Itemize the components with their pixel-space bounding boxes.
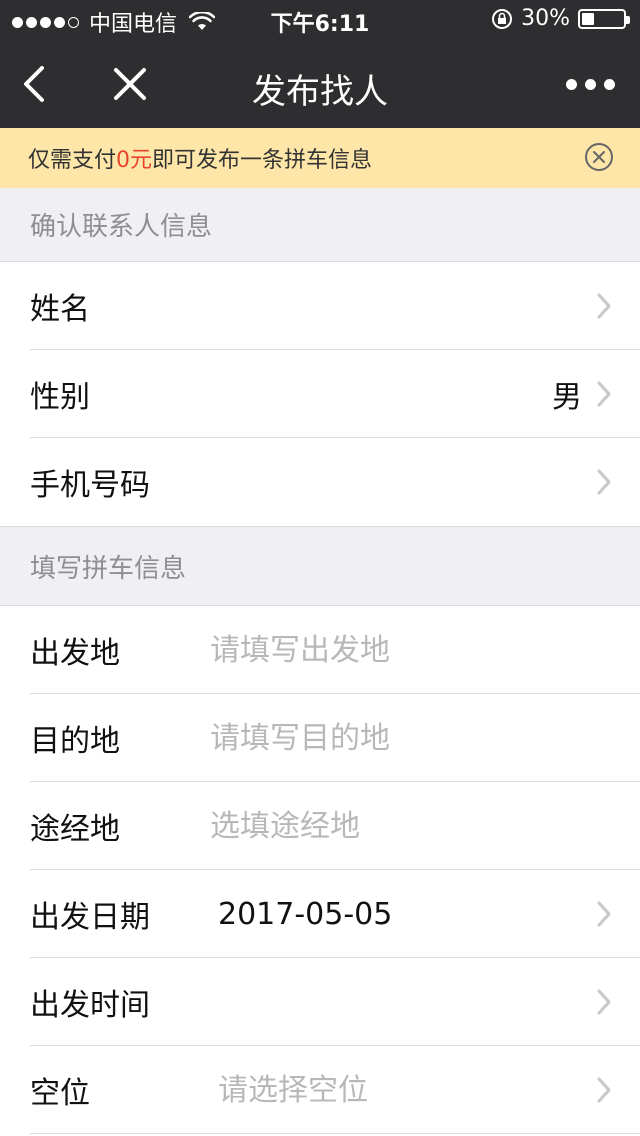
seats-select[interactable] (218, 1060, 578, 1120)
destination-input[interactable] (210, 708, 570, 768)
notice-amount: 0元 (116, 148, 153, 173)
close-circle-icon[interactable] (584, 142, 614, 172)
chevron-right-icon (597, 989, 611, 1015)
battery-fill (582, 12, 594, 25)
row-seats[interactable]: 空位 (0, 1046, 640, 1134)
departure-input[interactable] (210, 620, 570, 680)
notice-prefix: 仅需支付 (28, 148, 117, 173)
via-input[interactable] (210, 796, 570, 856)
gender-value: 男 (552, 380, 582, 415)
rotation-lock-icon (492, 8, 513, 29)
chevron-right-icon (597, 901, 611, 927)
row-departure: 出发地 (0, 606, 640, 694)
row-label: 出发时间 (30, 988, 150, 1023)
page-title: 发布找人 (252, 72, 388, 112)
row-label: 目的地 (30, 724, 120, 759)
row-label: 途经地 (30, 812, 120, 847)
row-label: 出发地 (30, 636, 120, 671)
row-via: 途经地 (0, 782, 640, 870)
battery-icon (578, 8, 630, 29)
row-label: 空位 (30, 1076, 90, 1111)
row-label: 手机号码 (30, 468, 150, 503)
chevron-right-icon (597, 293, 611, 319)
navigation-bar: 发布找人 (0, 40, 640, 128)
more-options-icon[interactable] (566, 70, 618, 98)
row-label: 姓名 (30, 292, 90, 327)
chevron-right-icon (597, 381, 611, 407)
row-departure-date[interactable]: 出发日期 2017-05-05 (0, 870, 640, 958)
row-destination: 目的地 (0, 694, 640, 782)
row-label: 性别 (30, 380, 90, 415)
row-gender[interactable]: 性别 男 (0, 350, 640, 438)
departure-date-value: 2017-05-05 (218, 896, 393, 932)
row-departure-time[interactable]: 出发时间 (0, 958, 640, 1046)
row-phone[interactable]: 手机号码 (0, 438, 640, 526)
section-header-trip: 填写拼车信息 (0, 526, 640, 606)
row-name[interactable]: 姓名 (0, 262, 640, 350)
row-label: 出发日期 (30, 900, 150, 935)
chevron-right-icon (597, 1077, 611, 1103)
notice-suffix: 即可发布一条拼车信息 (152, 148, 373, 173)
battery-percent: 30% (521, 6, 570, 31)
status-right: 30% (491, 6, 630, 31)
notice-banner: 仅需支付 0元 即可发布一条拼车信息 (0, 128, 640, 188)
section-header-contact: 确认联系人信息 (0, 188, 640, 262)
chevron-right-icon (597, 469, 611, 495)
status-bar: 中国电信 下午6:11 30% (0, 0, 640, 40)
